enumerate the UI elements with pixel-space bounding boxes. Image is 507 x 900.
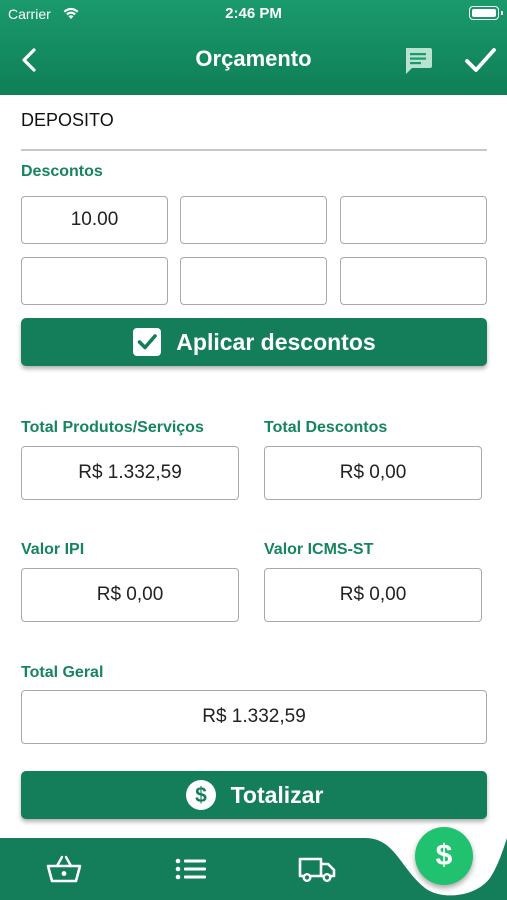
ipi-field[interactable] — [21, 568, 239, 622]
total-discounts-field[interactable] — [264, 446, 482, 500]
checkbox-checked-icon — [132, 327, 162, 357]
comment-button[interactable] — [400, 44, 436, 76]
payment-fab-button[interactable]: $ — [415, 827, 473, 885]
tab-basket[interactable] — [42, 852, 86, 886]
battery-icon — [469, 6, 503, 20]
discount-input-5[interactable] — [180, 257, 327, 305]
total-products-field[interactable] — [21, 446, 239, 500]
confirm-button[interactable] — [460, 42, 500, 78]
discounts-label: Descontos — [21, 163, 103, 180]
check-icon — [465, 48, 496, 72]
icms-st-field[interactable] — [264, 568, 482, 622]
app-header: Carrier 2:46 PM Orçamento — [0, 0, 507, 95]
dollar-circle-icon: $ — [185, 779, 217, 811]
total-products-label: Total Produtos/Serviços — [21, 419, 204, 436]
totalize-label: Totalizar — [230, 781, 324, 808]
comment-icon — [406, 48, 432, 74]
svg-text:$: $ — [195, 784, 207, 807]
total-discounts-label: Total Descontos — [264, 419, 388, 436]
list-icon — [175, 858, 206, 880]
discount-input-4[interactable] — [21, 257, 168, 305]
divider — [21, 149, 487, 151]
icms-st-label: Valor ICMS-ST — [264, 541, 374, 558]
truck-icon — [298, 857, 336, 883]
discount-input-2[interactable] — [180, 196, 327, 244]
discount-input-1[interactable] — [21, 196, 168, 244]
status-time: 2:46 PM — [225, 5, 282, 22]
total-general-label: Total Geral — [21, 664, 104, 681]
ipi-label: Valor IPI — [21, 541, 85, 558]
apply-discounts-button[interactable]: Aplicar descontos — [21, 318, 487, 366]
tab-delivery[interactable] — [295, 852, 339, 886]
apply-discounts-label: Aplicar descontos — [176, 328, 376, 355]
discount-input-3[interactable] — [340, 196, 487, 244]
tab-list[interactable] — [169, 852, 213, 886]
deposit-label: DEPOSITO — [21, 110, 114, 130]
dollar-icon: $ — [435, 839, 453, 872]
totalize-button[interactable]: $ Totalizar — [21, 771, 487, 819]
basket-icon — [46, 855, 82, 883]
total-general-field[interactable] — [21, 690, 487, 744]
status-bar: Carrier 2:46 PM — [0, 0, 507, 30]
discount-input-6[interactable] — [340, 257, 487, 305]
